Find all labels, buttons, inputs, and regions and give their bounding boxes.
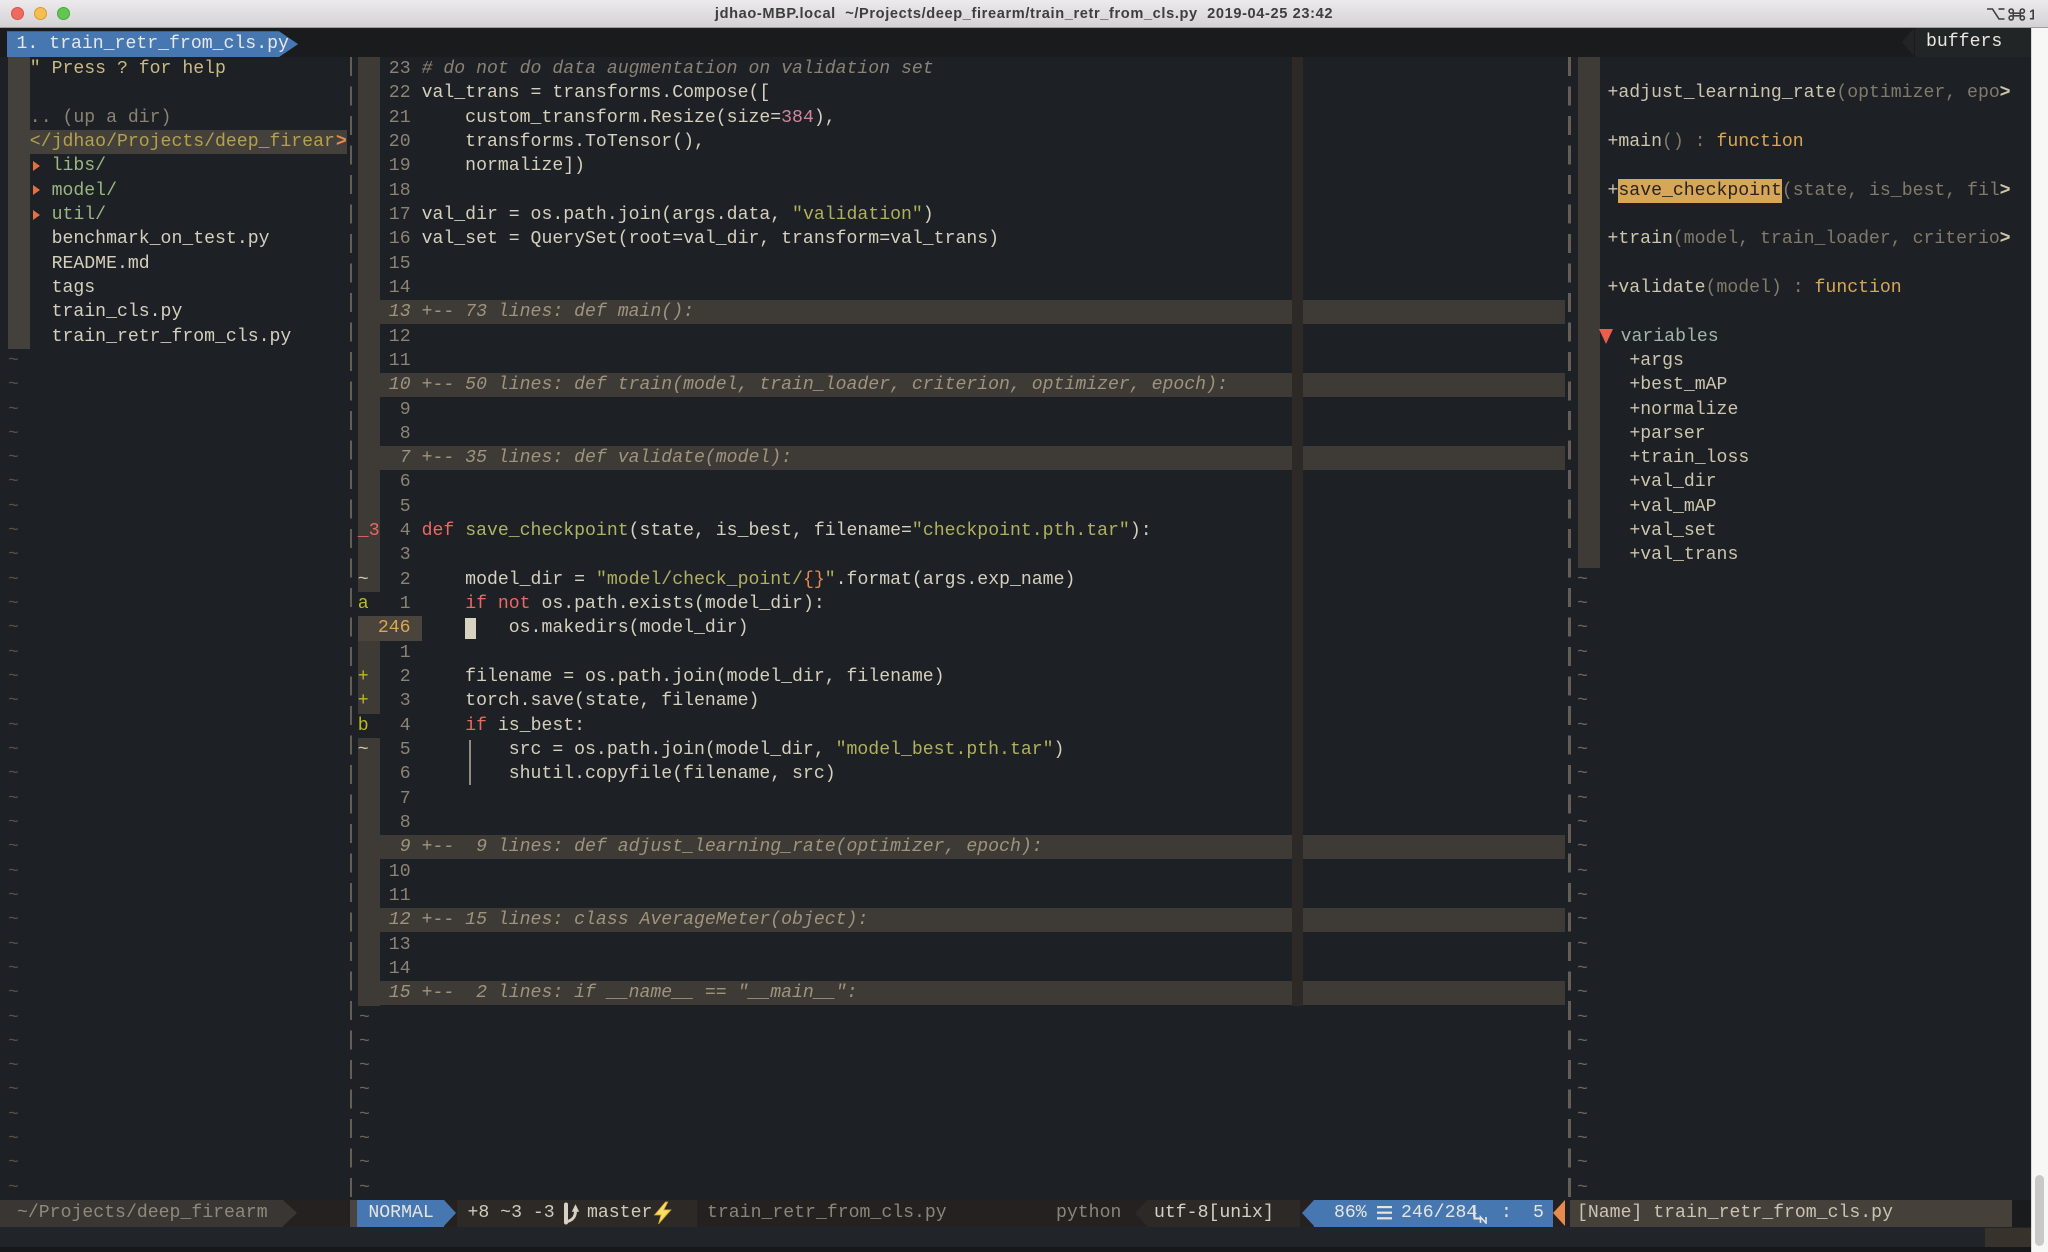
svg-text:1: 1 (2029, 8, 2034, 24)
